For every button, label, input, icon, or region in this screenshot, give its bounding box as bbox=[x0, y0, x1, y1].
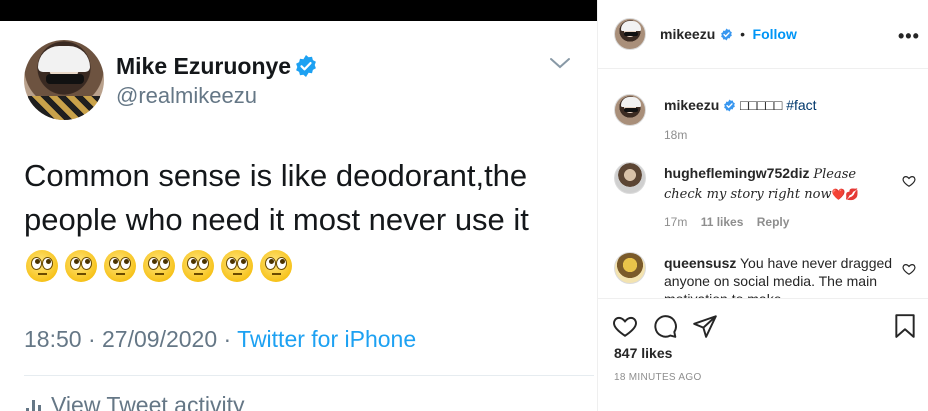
chevron-down-icon bbox=[550, 58, 570, 69]
eye-roll-emoji-icon bbox=[182, 250, 214, 282]
eye-roll-emoji-icon bbox=[260, 250, 292, 282]
tweet-activity-label: View Tweet activity bbox=[51, 392, 245, 411]
tweet-time: 18:50 bbox=[24, 326, 82, 352]
follow-button[interactable]: Follow bbox=[753, 26, 797, 42]
verified-badge-icon bbox=[720, 28, 732, 41]
comment-likes[interactable]: 11 likes bbox=[701, 215, 744, 229]
tweet-author-name: Mike Ezuruonye bbox=[116, 53, 292, 79]
caption-text: mikeezu □□□□□ #fact bbox=[664, 96, 896, 114]
eye-roll-emoji-icon bbox=[104, 250, 136, 282]
caption-glyphs: □□□□□ bbox=[740, 97, 783, 113]
caption-time[interactable]: 18m bbox=[664, 128, 687, 142]
eye-roll-emoji-icon bbox=[221, 250, 253, 282]
caption-username[interactable]: mikeezu bbox=[664, 97, 719, 113]
image-top-bar bbox=[0, 0, 597, 21]
likes-count[interactable]: 847 likes bbox=[614, 345, 672, 361]
post-header: mikeezu • Follow ••• bbox=[598, 0, 928, 69]
post-sidebar: mikeezu • Follow ••• mikeezu □□□□□ #fact… bbox=[597, 0, 928, 411]
tweet-divider bbox=[24, 375, 594, 376]
eye-roll-emoji-icon bbox=[143, 250, 175, 282]
eye-roll-emoji-icon bbox=[65, 250, 97, 282]
share-icon[interactable] bbox=[692, 313, 718, 339]
follow-separator: • bbox=[740, 26, 746, 42]
tweet-activity: View Tweet activity bbox=[26, 392, 244, 411]
bookmark-icon[interactable] bbox=[892, 313, 918, 339]
comment-username[interactable]: hugheflemingw752diz bbox=[664, 165, 809, 181]
meta-separator: · bbox=[223, 326, 238, 352]
comment-username[interactable]: queensusz bbox=[664, 255, 736, 271]
verified-badge-icon bbox=[724, 99, 736, 112]
header-username[interactable]: mikeezu bbox=[660, 26, 715, 42]
comment-reply-button[interactable]: Reply bbox=[757, 215, 790, 229]
header-avatar[interactable] bbox=[614, 18, 646, 50]
comment-text: queensusz You have never dragged anyone … bbox=[664, 254, 896, 298]
comment-meta: 17m 11 likes Reply bbox=[664, 215, 789, 229]
tweet-source: Twitter for iPhone bbox=[237, 326, 417, 352]
comment-like-heart-icon[interactable] bbox=[902, 262, 916, 276]
post-image[interactable]: Mike Ezuruonye @realmikeezu Common sense… bbox=[0, 0, 597, 411]
tweet-avatar bbox=[24, 40, 104, 120]
comment-time: 17m bbox=[664, 215, 688, 229]
comment-like-heart-icon[interactable] bbox=[902, 174, 916, 188]
caption-hashtag[interactable]: #fact bbox=[786, 97, 816, 113]
comment-text: hugheflemingw752diz Please check my stor… bbox=[664, 164, 896, 204]
bar-chart-icon bbox=[26, 396, 41, 411]
caption-avatar[interactable] bbox=[614, 94, 646, 126]
meta-separator: · bbox=[87, 326, 103, 352]
tweet-date: 27/09/2020 bbox=[102, 326, 218, 352]
eye-roll-emoji-icon bbox=[26, 250, 58, 282]
comment-avatar[interactable] bbox=[614, 252, 646, 284]
comments-list[interactable]: mikeezu □□□□□ #fact 18m hugheflemingw752… bbox=[598, 70, 928, 298]
post-actions: 847 likes 18 MINUTES AGO bbox=[598, 298, 928, 411]
tweet-text: Common sense is like deodorant,the peopl… bbox=[24, 158, 529, 237]
comment-emoji: ❤️💋 bbox=[831, 189, 860, 201]
header-user-line: mikeezu • Follow bbox=[660, 26, 797, 44]
eye-roll-emoji-row bbox=[26, 250, 292, 282]
comment-icon[interactable] bbox=[652, 313, 678, 339]
tweet-metadata: 18:50 · 27/09/2020 · Twitter for iPhone bbox=[24, 326, 416, 353]
tweet-author-handle: @realmikeezu bbox=[116, 83, 257, 108]
more-options-icon[interactable]: ••• bbox=[898, 26, 920, 47]
post-time-ago[interactable]: 18 MINUTES AGO bbox=[614, 372, 702, 383]
comment-avatar[interactable] bbox=[614, 162, 646, 194]
verified-badge-icon bbox=[296, 55, 316, 77]
heart-icon[interactable] bbox=[612, 313, 638, 339]
